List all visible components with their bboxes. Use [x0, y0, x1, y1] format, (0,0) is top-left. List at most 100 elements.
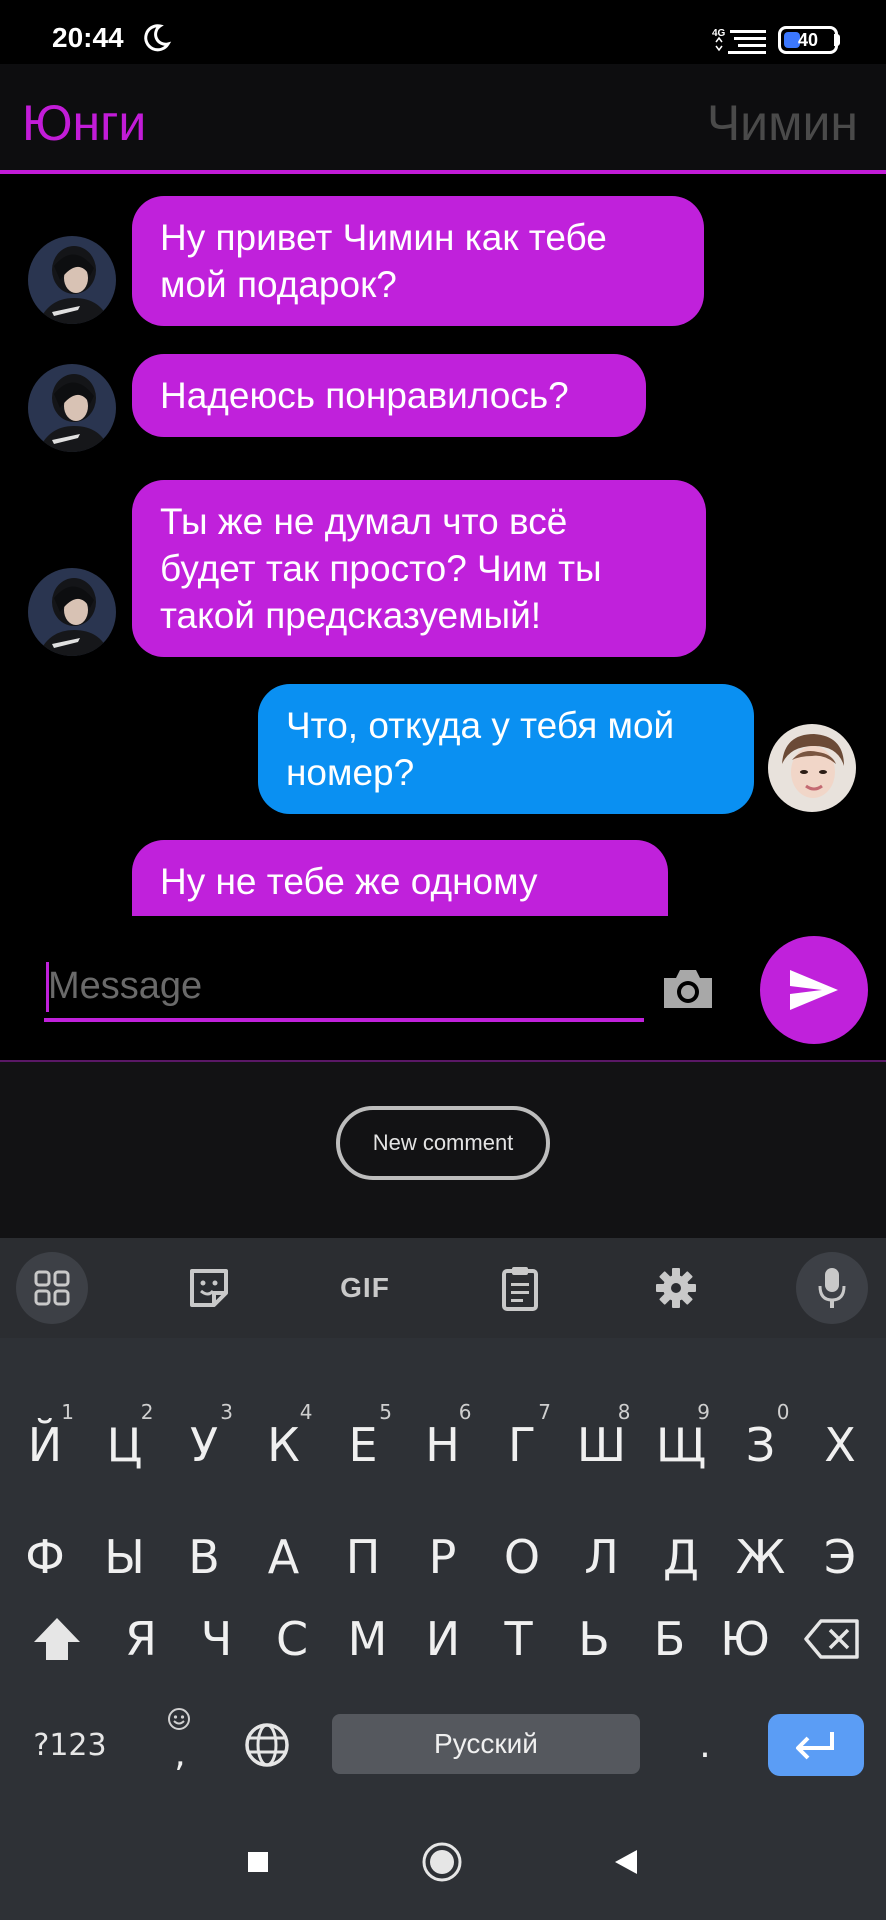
back-button[interactable]: [604, 1840, 648, 1884]
key-row3-7[interactable]: Ь: [555, 1594, 633, 1684]
camera-icon[interactable]: [660, 966, 716, 1012]
mic-icon[interactable]: [796, 1252, 868, 1324]
key-row3-9[interactable]: Ю: [706, 1594, 784, 1684]
key-7[interactable]: Г7: [483, 1400, 561, 1490]
apps-grid-icon[interactable]: [16, 1252, 88, 1324]
key-label: Ч: [200, 1612, 233, 1666]
status-time: 20:44: [52, 22, 124, 53]
key-3[interactable]: У3: [165, 1400, 243, 1490]
key-row2-11[interactable]: Э: [801, 1512, 879, 1602]
avatar-yoongi[interactable]: [28, 236, 116, 324]
key-row2-5[interactable]: П: [324, 1512, 402, 1602]
keyboard-toolbar: GIF: [0, 1238, 886, 1338]
key-label: А: [267, 1530, 300, 1584]
key-row3-8[interactable]: Б: [631, 1594, 709, 1684]
space-key[interactable]: Русский: [332, 1714, 640, 1774]
key-label: В: [188, 1530, 220, 1584]
chat-message-list[interactable]: Ну привет Чимин как тебе мой подарок? На…: [0, 176, 886, 916]
enter-key[interactable]: [768, 1714, 864, 1776]
key-row2-9[interactable]: Д: [642, 1512, 720, 1602]
period-key[interactable]: .: [666, 1700, 744, 1790]
key-10[interactable]: З0: [722, 1400, 800, 1490]
comma-emoji-key[interactable]: ,: [142, 1700, 218, 1790]
key-number-hint: 6: [458, 1400, 472, 1424]
globe-icon: [245, 1723, 289, 1767]
key-5[interactable]: Е5: [324, 1400, 402, 1490]
key-row3-2[interactable]: Ч: [178, 1594, 256, 1684]
gif-label: GIF: [340, 1272, 390, 1303]
key-2[interactable]: Ц2: [86, 1400, 164, 1490]
key-label: Ь: [578, 1612, 610, 1666]
key-row3-5[interactable]: И: [404, 1594, 482, 1684]
key-label: Я: [125, 1612, 157, 1666]
key-9[interactable]: Щ9: [642, 1400, 720, 1490]
key-row3-1[interactable]: Я: [102, 1594, 180, 1684]
backspace-key[interactable]: [790, 1594, 874, 1684]
key-number-hint: 3: [220, 1400, 233, 1424]
backspace-icon: [804, 1619, 859, 1659]
key-label: Д: [663, 1530, 699, 1584]
key-8[interactable]: Ш8: [563, 1400, 641, 1490]
recents-button[interactable]: [236, 1840, 280, 1884]
message-bubble-3[interactable]: Ты же не думал что всё будет так просто?…: [132, 480, 706, 657]
key-label: З: [745, 1418, 776, 1472]
message-bubble-1[interactable]: Ну привет Чимин как тебе мой подарок?: [132, 196, 704, 326]
key-6[interactable]: Н6: [404, 1400, 482, 1490]
key-number-hint: 9: [697, 1400, 710, 1424]
key-row2-1[interactable]: Ф: [6, 1512, 84, 1602]
message-text-line: Ну привет Чимин как тебе: [160, 217, 607, 258]
shift-key[interactable]: [14, 1594, 100, 1684]
key-row3-6[interactable]: Т: [480, 1594, 558, 1684]
key-row2-6[interactable]: Р: [404, 1512, 482, 1602]
key-row3-3[interactable]: С: [253, 1594, 331, 1684]
key-label: Л: [584, 1530, 619, 1584]
key-11[interactable]: Х: [801, 1400, 879, 1490]
message-bubble-2[interactable]: Надеюсь понравилось?: [132, 354, 646, 437]
key-1[interactable]: Й1: [6, 1400, 84, 1490]
message-composer: [0, 916, 886, 1062]
new-comment-button[interactable]: New comment: [336, 1106, 550, 1180]
key-row2-3[interactable]: В: [165, 1512, 243, 1602]
enter-icon: [796, 1732, 834, 1760]
send-button[interactable]: [760, 936, 868, 1044]
key-label: У: [189, 1418, 219, 1472]
do-not-disturb-moon-icon: [144, 24, 172, 52]
contact-name-right[interactable]: Чимин: [707, 94, 858, 152]
message-input[interactable]: [44, 954, 644, 1022]
battery-icon: 40: [778, 26, 838, 54]
key-row2-8[interactable]: Л: [563, 1512, 641, 1602]
key-label: О: [503, 1530, 541, 1584]
sticker-icon[interactable]: [173, 1252, 245, 1324]
message-bubble-5[interactable]: Ну не тебе же одному: [132, 840, 668, 916]
key-number-hint: 1: [61, 1400, 74, 1424]
key-row2-4[interactable]: А: [245, 1512, 323, 1602]
message-text-line: мой подарок?: [160, 264, 397, 305]
gear-icon[interactable]: [640, 1252, 712, 1324]
send-icon: [790, 970, 838, 1010]
clipboard-icon[interactable]: [484, 1252, 556, 1324]
battery-level-text: 40: [797, 30, 819, 50]
key-number-hint: 4: [299, 1400, 313, 1424]
symbols-key-label: ?123: [33, 1727, 107, 1763]
avatar-yoongi[interactable]: [28, 568, 116, 656]
key-row2-2[interactable]: Ы: [86, 1512, 164, 1602]
key-label: Т: [504, 1612, 533, 1666]
key-number-hint: 0: [776, 1400, 790, 1424]
home-button[interactable]: [420, 1840, 464, 1884]
back-triangle-icon: [615, 1850, 637, 1874]
gif-button[interactable]: GIF: [328, 1252, 402, 1324]
key-label: К: [267, 1418, 300, 1472]
key-row2-10[interactable]: Ж: [722, 1512, 800, 1602]
battery-cap: [834, 34, 840, 46]
contact-name-left[interactable]: Юнги: [22, 94, 146, 152]
key-row2-7[interactable]: О: [483, 1512, 561, 1602]
symbols-key[interactable]: ?123: [24, 1700, 116, 1790]
message-bubble-4[interactable]: Что, откуда у тебя мой номер?: [258, 684, 754, 814]
avatar-jimin[interactable]: [768, 724, 856, 812]
key-label: Е: [348, 1418, 378, 1472]
message-text-line: номер?: [286, 752, 415, 793]
key-4[interactable]: К4: [245, 1400, 323, 1490]
avatar-yoongi[interactable]: [28, 364, 116, 452]
key-row3-4[interactable]: М: [329, 1594, 407, 1684]
language-key[interactable]: [228, 1700, 306, 1790]
